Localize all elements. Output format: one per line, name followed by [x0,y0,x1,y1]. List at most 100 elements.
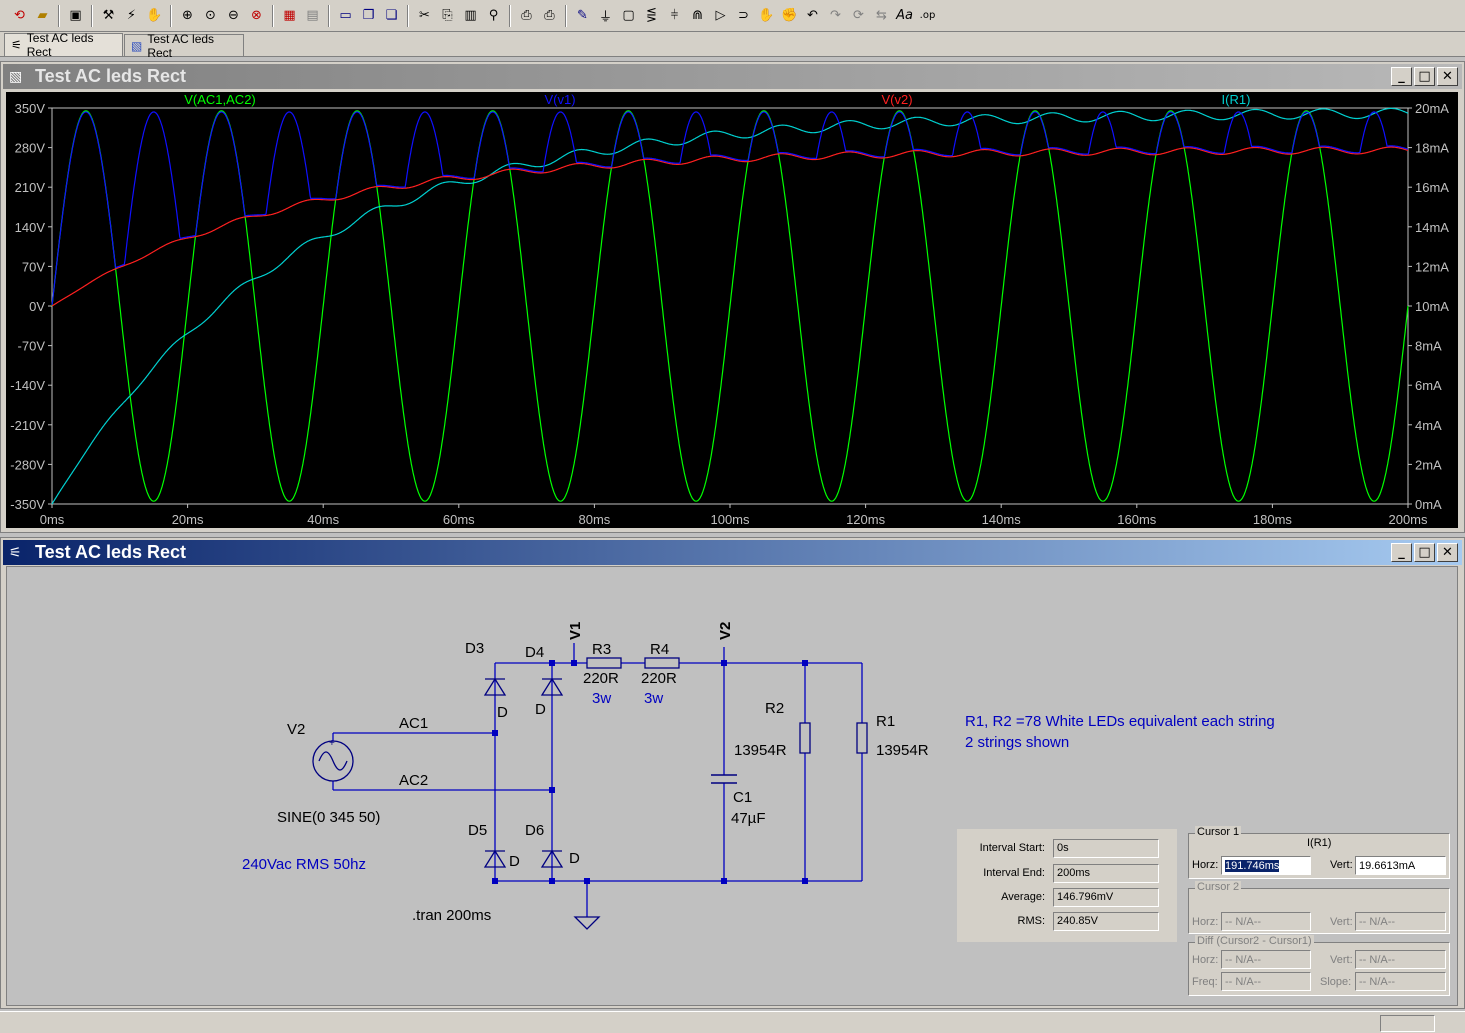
resistor-r1-icon[interactable] [856,722,868,754]
label-d4[interactable]: D4 [525,644,544,661]
minimize-button[interactable]: _ [1391,543,1412,562]
label-ac2[interactable]: AC2 [399,772,428,789]
rotate-icon[interactable]: ⟳ [847,4,870,27]
mirror-icon[interactable]: ⇆ [870,4,893,27]
resistor-r4-icon[interactable] [644,657,680,669]
label-d[interactable]: D [497,704,508,721]
label-source[interactable]: V2 [287,721,305,738]
resistor-icon[interactable]: ⋚ [640,4,663,27]
capacitor-c1-icon[interactable] [711,774,737,784]
spice-directive-icon[interactable]: .op [916,4,939,27]
label-net-icon[interactable]: ▢ [617,4,640,27]
run-icon[interactable]: ⚡ [120,4,143,27]
label-r4-value[interactable]: 220R [641,670,677,687]
note-line-1[interactable]: R1, R2 =78 White LEDs equivalent each st… [965,713,1275,730]
label-r2-value[interactable]: 13954R [734,742,787,759]
label-r3-value[interactable]: 220R [583,670,619,687]
close-button[interactable]: ✕ [1437,67,1458,86]
print-setup-icon[interactable]: ⎙ [515,4,538,27]
interval-start-field[interactable]: 0s [1053,838,1159,858]
find-icon[interactable]: ⚲ [482,4,505,27]
maximize-button[interactable]: □ [1414,67,1435,86]
label-ac1[interactable]: AC1 [399,715,428,732]
paste-icon[interactable]: ▥ [459,4,482,27]
label-r3[interactable]: R3 [592,641,611,658]
tile-horizontal-icon[interactable]: ▭ [334,4,357,27]
pan-icon[interactable]: ⊙ [199,4,222,27]
interval-end-field[interactable]: 200ms [1053,863,1159,883]
cursor1-horz-field[interactable]: 191.746ms [1221,856,1311,875]
label-tran[interactable]: .tran 200ms [412,907,491,924]
redo-icon[interactable]: ↷ [824,4,847,27]
legend-entry[interactable]: V(AC1,AC2) [184,92,256,107]
ground-icon[interactable]: ⏚ [594,4,617,27]
cascade-icon[interactable]: ❐ [357,4,380,27]
cursor2-vert-label: Vert: [1330,916,1353,928]
net-label-v1[interactable]: V1 [567,622,584,640]
trace-v-v1-[interactable] [51,111,1409,305]
zoom-out-icon[interactable]: ⊖ [222,4,245,27]
legend-entry[interactable]: V(v1) [544,92,575,107]
rms-field[interactable]: 240.85V [1053,911,1159,931]
capacitor-icon[interactable]: ⫩ [663,4,686,27]
save-icon[interactable]: ▣ [64,4,87,27]
diode-icon[interactable]: ▷ [709,4,732,27]
cursor1-vert-field[interactable]: 19.6613mA [1355,856,1446,875]
open-folder-icon[interactable]: ▰ [31,4,54,27]
label-d5[interactable]: D5 [468,822,487,839]
label-r2[interactable]: R2 [765,700,784,717]
maximize-button[interactable]: □ [1414,543,1435,562]
label-sine[interactable]: SINE(0 345 50) [277,809,380,826]
close-button[interactable]: ✕ [1437,543,1458,562]
plot-window-titlebar[interactable]: ▧ Test AC leds Rect _ □ ✕ [3,64,1462,89]
label-r4[interactable]: R4 [650,641,669,658]
autorange-icon[interactable]: ▦ [278,4,301,27]
text-icon[interactable]: Aa [893,4,916,27]
halt-icon[interactable]: ✋ [143,4,166,27]
tab-schematic[interactable]: ⚟ Test AC leds Rect [4,31,123,59]
label-c1-value[interactable]: 47µF [731,810,766,827]
schematic-window-titlebar[interactable]: ⚟ Test AC leds Rect _ □ ✕ [3,540,1462,565]
control-panel-icon[interactable]: ⚒ [97,4,120,27]
tile-vertical-icon[interactable]: ❏ [380,4,403,27]
zoom-cancel-icon[interactable]: ⊗ [245,4,268,27]
label-d[interactable]: D [535,701,546,718]
trace-v-v2-[interactable] [51,146,1409,307]
resistor-r3-icon[interactable] [586,657,622,669]
note-line-2[interactable]: 2 strings shown [965,734,1069,751]
move-icon[interactable]: ✋ [755,4,778,27]
draw-wire-icon[interactable]: ✎ [571,4,594,27]
resistor-r2-icon[interactable] [799,722,811,754]
label-d6[interactable]: D6 [525,822,544,839]
label-c1[interactable]: C1 [733,789,752,806]
voltage-source-icon[interactable]: + [312,738,354,782]
minimize-button[interactable]: _ [1391,67,1412,86]
component-icon[interactable]: ⊃ [732,4,755,27]
label-r1[interactable]: R1 [876,713,895,730]
net-label-v2[interactable]: V2 [717,622,734,640]
label-d[interactable]: D [509,853,520,870]
legend-entry[interactable]: V(v2) [881,92,912,107]
label-r1-value[interactable]: 13954R [876,742,929,759]
add-trace-icon[interactable]: ▤ [301,4,324,27]
label-d3[interactable]: D3 [465,640,484,657]
waveform-plot[interactable]: V(AC1,AC2) V(v1) V(v2) I(R1) 0ms 20ms 40ms 60m… [6,92,1458,528]
legend-entry[interactable]: I(R1) [1222,92,1251,107]
trace-v-ac1-ac2-[interactable] [51,110,1409,502]
ground-icon[interactable] [573,916,601,930]
copy-icon[interactable]: ⎘ [436,4,459,27]
zoom-in-icon[interactable]: ⊕ [176,4,199,27]
label-r4-power[interactable]: 3w [644,690,663,707]
cut-icon[interactable]: ✂ [413,4,436,27]
print-icon[interactable]: ⎙ [538,4,561,27]
inductor-icon[interactable]: ⋒ [686,4,709,27]
drag-icon[interactable]: ✊ [778,4,801,27]
tab-waveform[interactable]: ▧ Test AC leds Rect [124,32,244,60]
new-schematic-icon[interactable]: ⟲ [8,4,31,27]
label-d[interactable]: D [569,850,580,867]
cursor1-legend: Cursor 1 [1195,826,1242,838]
undo-icon[interactable]: ↶ [801,4,824,27]
label-r3-power[interactable]: 3w [592,690,611,707]
label-rms-comment[interactable]: 240Vac RMS 50hz [242,856,366,873]
average-field[interactable]: 146.796mV [1053,887,1159,907]
